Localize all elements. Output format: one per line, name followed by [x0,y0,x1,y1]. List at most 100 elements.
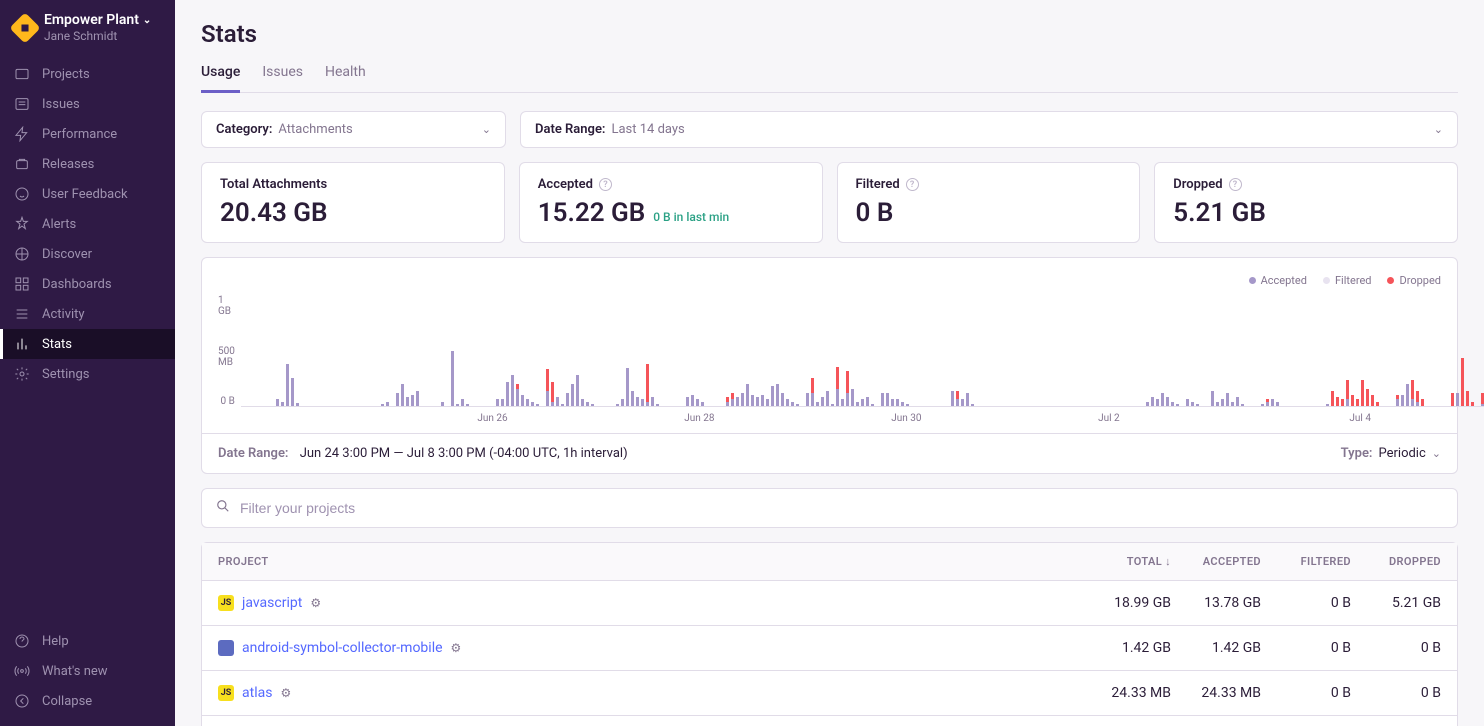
sidebar-item-help[interactable]: Help [0,626,175,656]
th-project[interactable]: PROJECT [218,555,1081,568]
chart-bar[interactable] [1186,399,1189,406]
chart-bar[interactable] [771,386,774,406]
chart-bar[interactable] [1231,402,1234,406]
chart-bar[interactable] [826,391,829,406]
chart-bar[interactable] [756,397,759,406]
chart-bar[interactable] [1466,391,1469,406]
chart-bar[interactable] [1241,404,1244,406]
gear-icon[interactable]: ⚙ [310,596,321,610]
chart-bar[interactable] [551,382,554,406]
chart-bar[interactable] [451,351,454,406]
chart-bar[interactable] [891,399,894,406]
chart-bar[interactable] [1171,402,1174,406]
chart-bar[interactable] [591,404,594,406]
chart-bar[interactable] [531,402,534,406]
chart-bar[interactable] [571,384,574,406]
chart-bar[interactable] [621,399,624,406]
chart-bar[interactable] [1176,404,1179,406]
gear-icon[interactable]: ⚙ [451,641,462,655]
chart-bar[interactable] [701,402,704,406]
chart-bar[interactable] [1196,404,1199,406]
chart-bar[interactable] [1261,404,1264,406]
chart-bar[interactable] [1326,404,1329,406]
chart-bar[interactable] [961,399,964,406]
chart-bar[interactable] [1411,380,1414,406]
chart-bar[interactable] [1456,393,1459,406]
sidebar-item-projects[interactable]: Projects [0,59,175,89]
daterange-filter[interactable]: Date Range: Last 14 days ⌄ [520,111,1458,148]
chart-bar[interactable] [401,384,404,406]
chart-bar[interactable] [1276,402,1279,406]
chart-bar[interactable] [1341,399,1344,406]
project-link[interactable]: javascript [242,595,302,611]
chart-bar[interactable] [816,402,819,406]
th-total[interactable]: TOTAL↓ [1081,555,1171,568]
legend-accepted[interactable]: Accepted [1249,274,1307,287]
chart-bar[interactable] [466,404,469,406]
chart-bar[interactable] [411,395,414,406]
search-input[interactable] [240,500,1443,516]
chart-bar[interactable] [526,399,529,406]
project-link[interactable]: android-symbol-collector-mobile [242,640,443,656]
chart-bar[interactable] [1406,384,1409,406]
chart-bar[interactable] [1226,393,1229,406]
chart-bar[interactable] [1151,397,1154,406]
tab-health[interactable]: Health [325,64,366,92]
chart-bar[interactable] [586,402,589,406]
chart-bar[interactable] [1336,397,1339,406]
chart-bar[interactable] [741,393,744,406]
chart-bar[interactable] [1356,399,1359,406]
chart-bar[interactable] [1211,391,1214,406]
chart-bar[interactable] [441,402,444,406]
chart-bar[interactable] [1221,399,1224,406]
chart-bar[interactable] [1331,391,1334,406]
chart-bar[interactable] [646,364,649,406]
chart-bar[interactable] [901,402,904,406]
chart-bar[interactable] [781,393,784,406]
chart-bar[interactable] [1471,402,1474,406]
sidebar-item-settings[interactable]: Settings [0,359,175,389]
sidebar-item-whats-new[interactable]: What's new [0,656,175,686]
chart-bar[interactable] [396,393,399,406]
chart-bar[interactable] [1216,402,1219,406]
chart-bar[interactable] [841,399,844,406]
chart-bar[interactable] [566,393,569,406]
chart-bar[interactable] [1361,380,1364,406]
chart-bar[interactable] [641,399,644,406]
chart-bar[interactable] [846,371,849,406]
chart-bar[interactable] [1236,397,1239,406]
sidebar-item-user-feedback[interactable]: User Feedback [0,179,175,209]
chart-bar[interactable] [1191,402,1194,406]
chart-bar[interactable] [286,364,289,406]
chart-bar[interactable] [1346,380,1349,406]
chart-bar[interactable] [1371,395,1374,406]
chart-bar[interactable] [1401,395,1404,406]
chart-bar[interactable] [686,397,689,406]
chart-bar[interactable] [871,404,874,406]
info-icon[interactable]: ? [1229,178,1242,191]
chart-bar[interactable] [1266,399,1269,406]
chart-bar[interactable] [861,399,864,406]
chart-bar[interactable] [1156,399,1159,406]
chart-bar[interactable] [851,389,854,407]
chart-type-selector[interactable]: Type: Periodic ⌄ [1341,446,1441,461]
chart-bar[interactable] [1396,395,1399,406]
chart-bar[interactable] [416,391,419,406]
th-filtered[interactable]: FILTERED [1261,555,1351,568]
chart-bar[interactable] [1166,397,1169,406]
chart-bar[interactable] [556,397,559,406]
chart-bar[interactable] [736,397,739,406]
sidebar-item-collapse[interactable]: Collapse [0,686,175,716]
chart-bar[interactable] [1451,393,1454,406]
legend-filtered[interactable]: Filtered [1323,274,1372,287]
sidebar-item-issues[interactable]: Issues [0,89,175,119]
chart-bar[interactable] [576,375,579,406]
chart-bar[interactable] [966,393,969,406]
chart-bar[interactable] [696,399,699,406]
chart-bar[interactable] [1376,402,1379,406]
tab-usage[interactable]: Usage [201,64,240,93]
sidebar-item-dashboards[interactable]: Dashboards [0,269,175,299]
chart-bar[interactable] [776,384,779,406]
chart-bar[interactable] [831,404,834,406]
chart-bar[interactable] [821,397,824,406]
